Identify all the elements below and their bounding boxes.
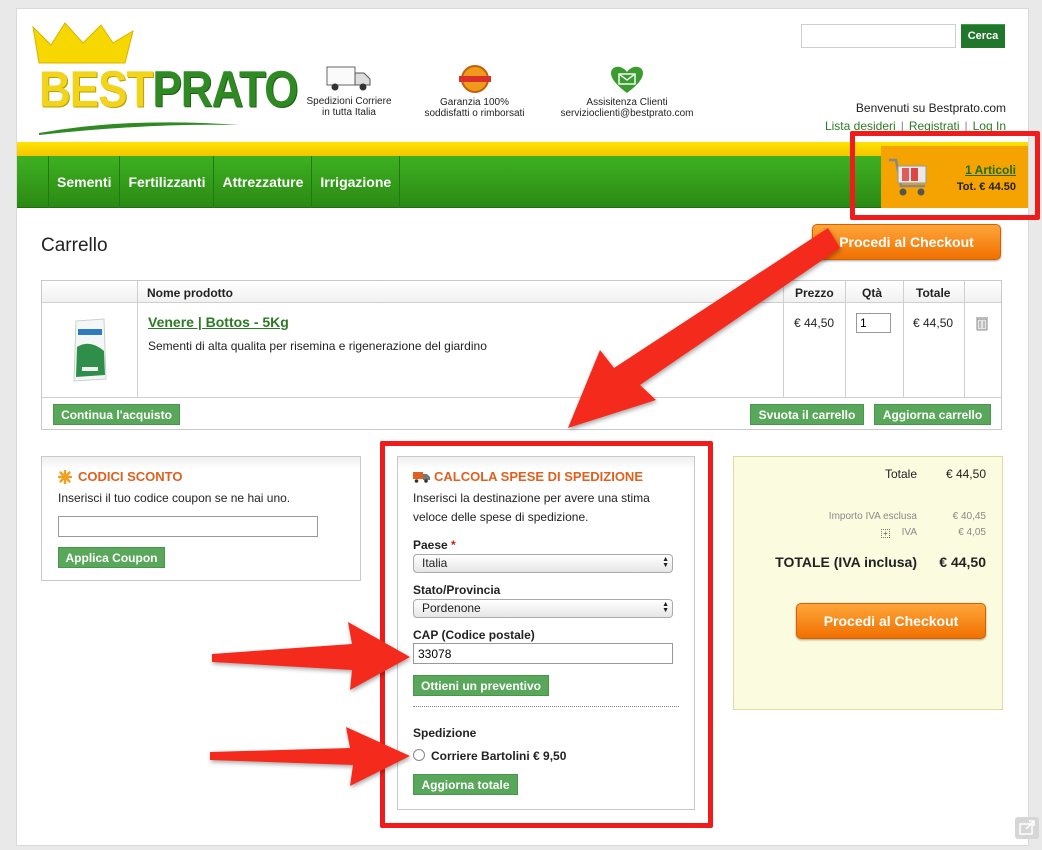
page-title: Carrello — [41, 235, 108, 256]
share-icon[interactable] — [1015, 817, 1039, 839]
coupon-instructions: Inserisci il tuo codice coupon se ne hai… — [58, 491, 291, 505]
feature-shipping-line2: in tutta Italia — [322, 107, 376, 118]
welcome-message: Benvenuti su Bestprato.com — [855, 101, 1006, 115]
guarantee-badge-icon — [458, 65, 491, 93]
crown-icon — [32, 22, 134, 64]
feature-support: Assisitenza Clienti servizioclienti@best… — [547, 66, 707, 119]
col-divider — [137, 281, 138, 397]
feature-shipping: Spedizioni Corriere in tutta Italia — [301, 63, 397, 118]
feature-support-line1: Assisitenza Clienti — [586, 97, 668, 108]
logo-swoosh — [39, 122, 239, 135]
col-divider — [845, 281, 846, 397]
search-button[interactable]: Cerca — [961, 24, 1005, 48]
vat-label: IVA — [901, 527, 917, 538]
product-description: Sementi di alta qualita per risemina e r… — [148, 339, 487, 353]
continue-shopping-button[interactable]: Continua l'acquisto — [53, 404, 180, 425]
share-arrow-icon — [1019, 820, 1035, 835]
truck-icon — [326, 66, 371, 91]
feature-guarantee-line1: Garanzia 100% — [440, 97, 509, 108]
search-input[interactable] — [801, 24, 956, 48]
order-totals-panel: Totale € 44,50 Importo IVA esclusa € 40,… — [733, 456, 1003, 710]
vat-value: € 4,05 — [958, 527, 986, 538]
logo-wordmark: BESTPRATO — [39, 61, 298, 118]
excl-vat-value: € 40,45 — [952, 511, 986, 522]
subtotal-label: Totale — [884, 467, 917, 481]
bestprato-logo[interactable]: BESTPRATO — [29, 21, 298, 135]
product-row-total: € 44,50 — [913, 316, 954, 330]
annotation-highlight-shipping — [380, 441, 713, 828]
coupon-panel: CODICI SCONTO Inserisci il tuo codice co… — [41, 456, 361, 581]
grand-total-label: TOTALE (IVA inclusa) — [775, 554, 917, 570]
grand-total-value: € 44,50 — [939, 554, 986, 570]
asterisk-icon — [58, 470, 72, 484]
col-header-qty: Qtà — [862, 286, 883, 300]
col-header-total: Totale — [916, 286, 951, 300]
excl-vat-label: Importo IVA esclusa — [828, 511, 917, 522]
quantity-input[interactable] — [856, 313, 891, 333]
checkout-button-top[interactable]: Procedi al Checkout — [812, 224, 1001, 260]
expand-icon[interactable]: + — [881, 529, 890, 538]
feature-shipping-line1: Spedizioni Corriere — [306, 96, 392, 107]
feature-guarantee-line2: soddisfatti o rimborsati — [424, 108, 525, 119]
subtotal-value: € 44,50 — [945, 467, 986, 481]
coupon-code-input[interactable] — [58, 516, 318, 537]
feature-support-line2: servizioclienti@bestprato.com — [560, 108, 694, 119]
nav-item-fertilizzanti[interactable]: Fertilizzanti — [120, 156, 215, 208]
apply-coupon-button[interactable]: Applica Coupon — [58, 547, 165, 568]
annotation-highlight-minicart — [850, 131, 1040, 220]
update-cart-button[interactable]: Aggiorna carrello — [874, 404, 991, 425]
product-price: € 44,50 — [794, 316, 835, 330]
feature-guarantee: Garanzia 100% soddisfatti o rimborsati — [417, 64, 532, 119]
col-divider — [783, 281, 784, 397]
checkout-button-bottom[interactable]: Procedi al Checkout — [796, 603, 986, 639]
col-header-name: Nome prodotto — [147, 286, 233, 300]
cart-table: Nome prodotto Prezzo Qtà Totale Venere |… — [41, 280, 1002, 430]
nav-item-attrezzature[interactable]: Attrezzature — [214, 156, 313, 208]
nav-item-irrigazione[interactable]: Irrigazione — [312, 156, 401, 208]
col-divider — [964, 281, 965, 397]
coupon-title: CODICI SCONTO — [78, 469, 183, 484]
product-image[interactable] — [72, 317, 108, 383]
trash-icon[interactable] — [974, 315, 990, 331]
col-divider — [903, 281, 904, 397]
cart-table-footer: Continua l'acquisto Svuota il carrello A… — [42, 397, 1001, 429]
nav-item-sementi[interactable]: Sementi — [48, 156, 121, 208]
col-header-price: Prezzo — [795, 286, 834, 300]
cart-table-header: Nome prodotto Prezzo Qtà Totale — [42, 281, 1001, 303]
product-name-link[interactable]: Venere | Bottos - 5Kg — [148, 314, 289, 330]
empty-cart-button[interactable]: Svuota il carrello — [750, 404, 864, 425]
mail-heart-icon — [611, 66, 643, 93]
